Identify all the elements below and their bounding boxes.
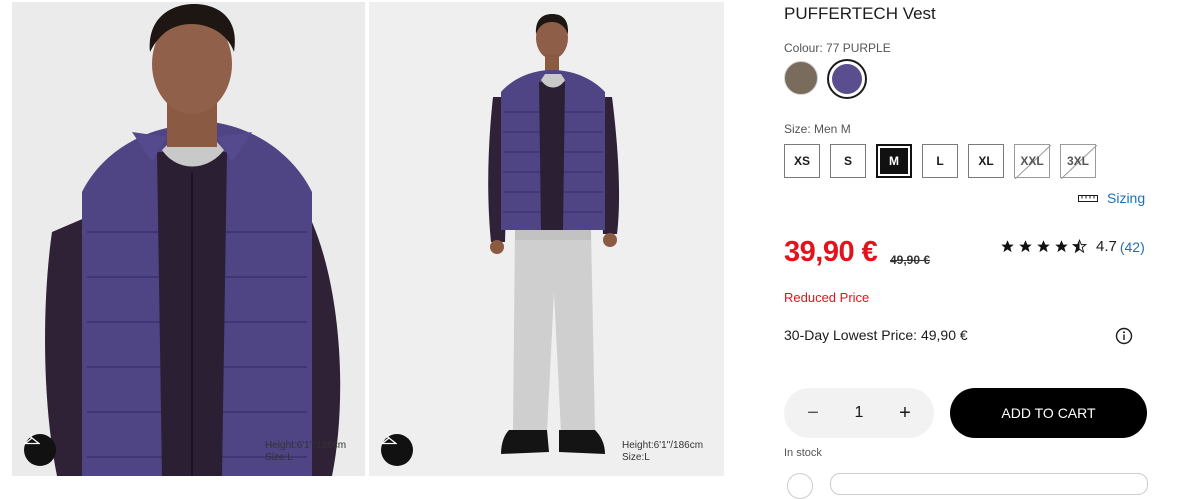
hanger-button[interactable] [381, 434, 413, 466]
model-fullbody-illustration [369, 2, 724, 476]
size-option-label: S [843, 154, 852, 168]
ruler-icon [1078, 195, 1098, 202]
size-selector: XS S M L XL XXL 3XL [784, 144, 1097, 179]
model-closeup-illustration [12, 2, 365, 476]
model-height: Height:6'1"/186cm [265, 440, 347, 451]
model-size: Size:L [265, 452, 293, 463]
colour-swatch-purple[interactable] [827, 59, 867, 99]
size-label: Size: Men M [784, 122, 851, 136]
lowest-price-text: 30-Day Lowest Price: 49,90 € [784, 327, 968, 343]
size-option-m[interactable]: M [876, 144, 912, 178]
size-option-xl[interactable]: XL [968, 144, 1004, 178]
size-option-label: XL [978, 154, 994, 168]
model-height: Height:6'1"/186cm [622, 440, 704, 451]
hanger-button[interactable] [24, 434, 56, 466]
model-info: Height:6'1"/186cm Size:L [265, 440, 346, 464]
size-option-s[interactable]: S [830, 144, 866, 178]
star-full-icon [1037, 240, 1050, 253]
star-half-icon [1072, 239, 1087, 254]
size-option-3xl[interactable]: 3XL [1060, 144, 1097, 179]
colour-swatch-brown[interactable] [784, 61, 818, 95]
partial-pill-button[interactable] [830, 473, 1148, 495]
original-price: 49,90 € [890, 253, 931, 267]
product-title: PUFFERTECH Vest [784, 4, 936, 23]
size-option-label: L [936, 154, 944, 168]
colour-label: Colour: 77 PURPLE [784, 41, 891, 55]
rating[interactable]: 4.7 (42) [1000, 238, 1145, 255]
current-price: 39,90 € [784, 236, 878, 268]
sizing-link-label: Sizing [1107, 190, 1146, 206]
model-size: Size:L [622, 452, 650, 463]
star-full-icon [1001, 240, 1014, 253]
product-photo-closeup[interactable]: Height:6'1"/186cm Size:L [12, 2, 365, 476]
review-count-link[interactable]: (42) [1120, 239, 1145, 255]
quantity-decrease-button[interactable]: − [802, 402, 824, 424]
model-info: Height:6'1"/186cm Size:L [622, 440, 703, 464]
add-to-cart-button[interactable]: ADD TO CART [950, 388, 1147, 438]
size-option-label: XXL [1020, 154, 1044, 168]
quantity-increase-button[interactable]: + [894, 402, 916, 424]
product-photo-fullbody[interactable]: Height:6'1"/186cm Size:L [369, 2, 724, 476]
star-full-icon [1055, 240, 1068, 253]
size-option-xs[interactable]: XS [784, 144, 820, 178]
size-option-xxl[interactable]: XXL [1014, 144, 1051, 179]
rating-stars [1000, 239, 1087, 254]
hanger-icon [24, 434, 40, 445]
stock-status: In stock [784, 447, 822, 459]
sizing-link[interactable]: Sizing [1078, 190, 1145, 206]
size-option-label: M [889, 154, 899, 168]
info-icon[interactable] [1115, 327, 1133, 345]
size-option-label: XS [793, 154, 810, 168]
partial-circle-button[interactable] [787, 473, 813, 499]
hanger-icon [381, 434, 397, 445]
size-option-l[interactable]: L [922, 144, 958, 178]
star-full-icon [1019, 240, 1032, 253]
colour-swatch-purple-fill [832, 64, 862, 94]
quantity-value[interactable]: 1 [855, 404, 864, 422]
reduced-price-label: Reduced Price [784, 290, 870, 305]
rating-value: 4.7 [1096, 238, 1117, 255]
quantity-stepper: − 1 + [784, 388, 934, 438]
size-option-label: 3XL [1066, 154, 1089, 168]
